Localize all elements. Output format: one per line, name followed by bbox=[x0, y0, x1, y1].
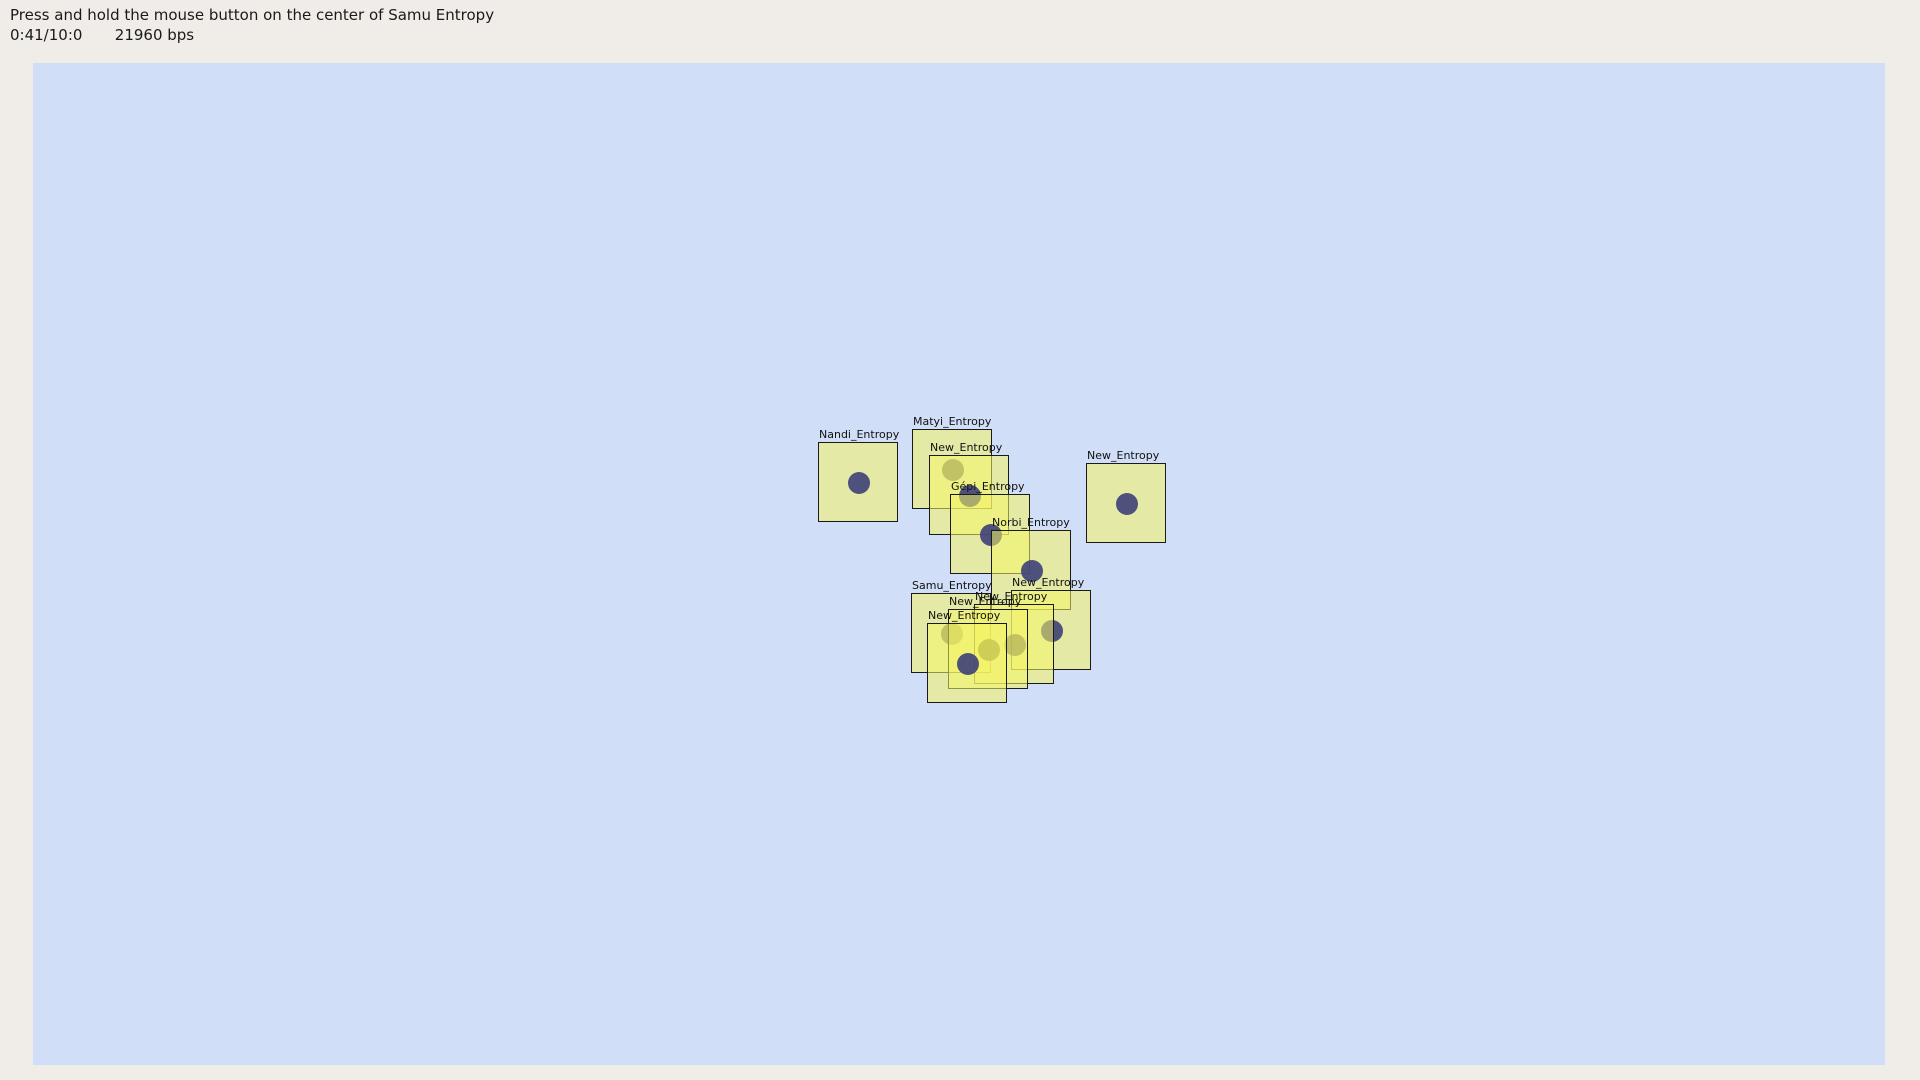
entity-label: Norbi_Entropy bbox=[992, 516, 1070, 529]
entity-label: New_Entropy bbox=[1087, 449, 1160, 462]
entity-label: New_Entropy bbox=[1012, 576, 1085, 589]
timer-readout: 0:41/10:0 bbox=[10, 26, 83, 44]
entity-label: New_Entropy bbox=[930, 441, 1003, 454]
entity-center-dot[interactable] bbox=[848, 472, 870, 494]
entity-label: Matyi_Entropy bbox=[913, 415, 992, 428]
entity-label: Gépi_Entropy bbox=[951, 480, 1025, 493]
bitrate-readout: 21960 bps bbox=[114, 26, 195, 44]
entity-center-dot[interactable] bbox=[957, 653, 979, 675]
entity-center-dot[interactable] bbox=[1116, 493, 1138, 515]
instruction-text: Press and hold the mouse button on the c… bbox=[10, 6, 495, 24]
status-bar: 0:41/10:0 21960 bps bbox=[10, 26, 194, 44]
entity-nandi[interactable]: Nandi_Entropy bbox=[818, 428, 899, 522]
entity-new-right[interactable]: New_Entropy bbox=[1086, 449, 1166, 543]
entropy-canvas[interactable]: Nandi_Entropy Matyi_Entropy New_Entropy … bbox=[33, 63, 1885, 1065]
entity-label: New_Entropy bbox=[928, 609, 1001, 622]
entity-label: New_Entropy bbox=[949, 595, 1022, 608]
entity-new-5[interactable]: New_Entropy bbox=[927, 609, 1007, 703]
entity-label: Nandi_Entropy bbox=[819, 428, 900, 441]
